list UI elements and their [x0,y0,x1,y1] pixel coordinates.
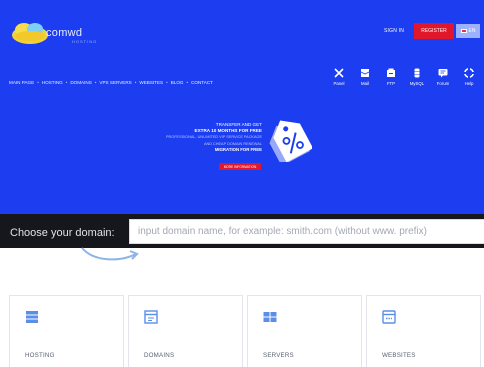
help-icon [464,68,474,78]
domain-search-label: Choose your domain: [10,227,115,239]
logo-subtext: HOSTING [72,39,98,44]
promo-line-3: MIGRATION FOR FREE [214,146,262,152]
site-logo[interactable]: comwd HOSTING [10,20,120,46]
domain-search-input[interactable] [129,219,484,244]
quick-link-forum[interactable]: Forum [430,68,456,86]
flag-icon [460,29,467,33]
card-label: SERVERS [263,352,294,359]
tools-icon [334,68,344,78]
server-icon [26,311,38,323]
quick-link-mail[interactable]: Mail [352,68,378,86]
database-icon [414,68,420,78]
quick-link-label: Mail [361,81,369,86]
quick-link-label: Help [464,81,474,86]
card-label: DOMAINS [144,352,175,359]
mail-icon [360,69,370,77]
nav-separator: • [186,80,189,85]
register-button[interactable]: REGISTER [414,23,454,39]
quick-link-mysql[interactable]: MySQL [404,68,430,86]
card-label: WEBSITES [382,352,416,359]
servers-icon [263,312,277,322]
quick-link-label: FTP [386,81,396,86]
domain-icon [144,310,158,324]
curved-arrow-icon [81,247,139,261]
nav-separator: • [94,80,97,85]
nav-separator: • [37,80,39,85]
logo-text: comwd [46,27,83,39]
card-domains[interactable]: DOMAINS [128,295,243,367]
quick-links: Panel Mail FTP MySQL Forum Help [326,68,482,86]
quick-link-ftp[interactable]: FTP [378,68,404,86]
percent-tag-icon [269,120,312,162]
card-label: HOSTING [25,352,55,359]
quick-link-help[interactable]: Help [456,68,482,86]
quick-link-label: Forum [436,81,450,86]
cloud-logo-icon [12,23,48,44]
nav-item-main-page[interactable]: MAIN PAGE [9,80,34,85]
nav-item-hosting[interactable]: HOSTING [42,80,63,85]
nav-separator: • [166,80,168,85]
quick-link-label: MySQL [409,81,425,86]
quick-link-panel[interactable]: Panel [326,68,352,86]
nav-item-vps-servers[interactable]: VPS SERVERS [99,80,131,85]
website-icon [382,310,396,324]
language-button[interactable]: EN [456,24,480,38]
nav-separator: • [134,80,137,85]
card-hosting[interactable]: HOSTING [9,295,124,367]
quick-link-label: Panel [333,81,345,86]
nav-item-domains[interactable]: DOMAINS [70,80,91,85]
hero-banner: comwd HOSTING SIGN IN REGISTER EN MAIN P… [0,0,484,214]
language-label: EN [468,28,476,34]
forum-icon [438,69,448,78]
more-information-button[interactable]: MORE INFORMATION [219,163,261,170]
ftp-icon [387,68,395,77]
nav-item-blog[interactable]: BLOG [171,80,184,85]
main-nav: MAIN PAGE • HOSTING • DOMAINS • VPS SERV… [9,80,213,85]
nav-item-contact[interactable]: CONTACT [191,80,213,85]
nav-item-websites[interactable]: WEBSITES [139,80,163,85]
sign-in-link[interactable]: SIGN IN [384,28,404,34]
card-servers[interactable]: SERVERS [247,295,362,367]
promo-block: TRANSFER AND GET EXTRA 10 MONTHS FOR FRE… [140,122,262,153]
card-websites[interactable]: WEBSITES [366,295,481,367]
nav-separator: • [65,80,68,85]
